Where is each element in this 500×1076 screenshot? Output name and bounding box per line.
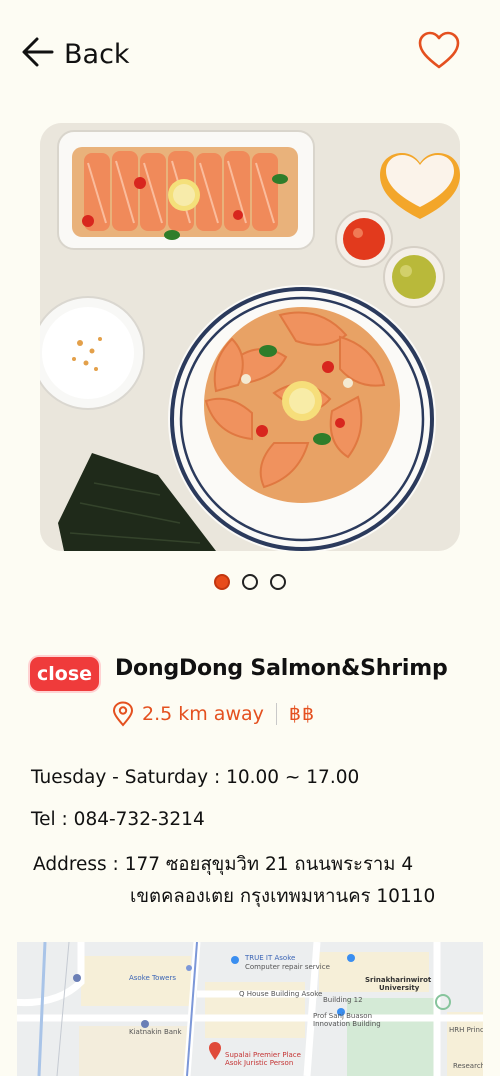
location-map[interactable]: Asoke Towers TRUE IT Asoke Computer repa…: [17, 942, 483, 1076]
pager-dot-3[interactable]: [270, 574, 286, 590]
meta-divider: [275, 703, 277, 725]
map-label-prof-sanj: Prof Sanj Buason: [313, 1012, 373, 1020]
map-label-hrh: HRH Princess: [449, 1026, 483, 1034]
map-label-supalai: Supalai Premier Place: [225, 1051, 301, 1059]
arrow-left-icon: [20, 34, 56, 74]
map-label-kiatnakin: Kiatnakin Bank: [129, 1028, 182, 1036]
address-line-2: เขตคลองเตย กรุงเทพมหานคร 10110: [130, 886, 436, 907]
phone-number[interactable]: Tel : 084-732-3214: [31, 809, 205, 830]
pager-dot-1[interactable]: [214, 574, 230, 590]
favorite-button[interactable]: [417, 30, 461, 70]
address-text-1: 177 ซอยสุขุมวิท 21 ถนนพระราม 4: [124, 854, 414, 875]
map-label-building12: Building 12: [323, 996, 363, 1004]
price-level: ฿฿: [288, 703, 316, 725]
address-label: Address :: [33, 854, 119, 875]
top-bar: Back: [0, 0, 500, 110]
distance-text: 2.5 km away: [142, 703, 264, 725]
food-image: [40, 123, 460, 551]
back-label: Back: [64, 38, 130, 70]
heart-outline-icon: [418, 31, 460, 69]
map-label-supalai-sub: Asok Juristic Person: [225, 1059, 294, 1067]
status-badge: close: [30, 657, 99, 691]
map-label-asoke-towers: Asoke Towers: [129, 974, 176, 982]
map-label-trueit: TRUE IT Asoke: [245, 954, 296, 962]
map-label-prof-sanj-sub: Innovation Building: [313, 1020, 381, 1028]
address-line-1: Address : 177 ซอยสุขุมวิท 21 ถนนพระราม 4: [33, 850, 413, 879]
map-label-srinakharinwirot: Srinakharinwirot: [365, 976, 432, 984]
map-label-research: Research: [453, 1062, 483, 1070]
pager-dot-2[interactable]: [242, 574, 258, 590]
back-button[interactable]: Back: [20, 34, 130, 74]
map-label-university: University: [379, 984, 420, 992]
map-label-qhouse: Q House Building Asoke: [239, 990, 323, 998]
food-photo[interactable]: [40, 123, 460, 551]
opening-hours: Tuesday - Saturday : 10.00 ~ 17.00: [31, 767, 360, 788]
restaurant-name: DongDong Salmon&Shrimp: [115, 656, 448, 681]
gallery-pager: [0, 574, 500, 590]
map-label-trueit-sub: Computer repair service: [245, 963, 330, 971]
restaurant-meta: 2.5 km away ฿฿: [112, 699, 315, 729]
location-pin-icon: [112, 701, 134, 727]
